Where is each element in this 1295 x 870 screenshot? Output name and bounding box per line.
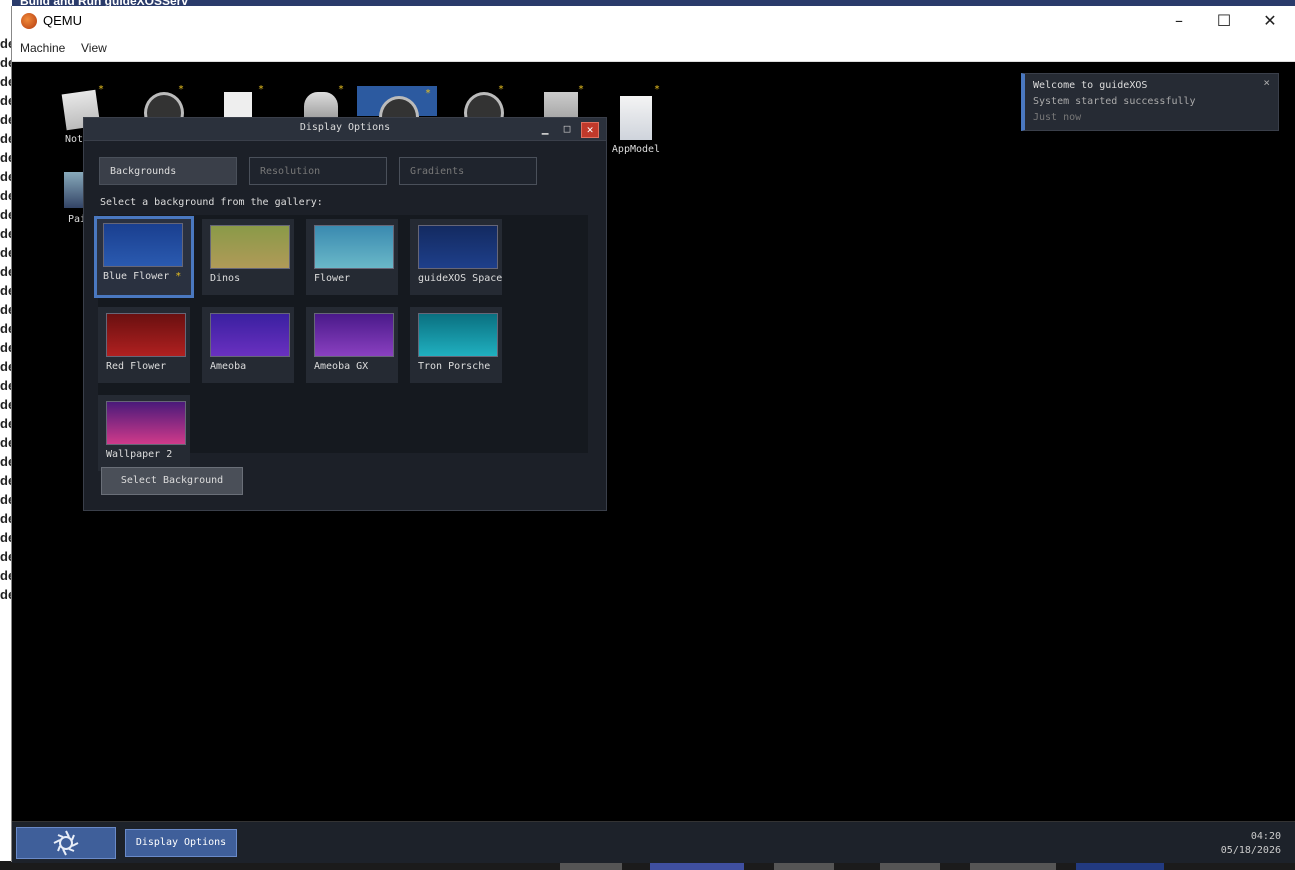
- notification-title: Welcome to guideXOS: [1033, 80, 1148, 91]
- background-name: Flower: [314, 273, 350, 284]
- background-thumbnail: [418, 225, 498, 269]
- maximize-icon[interactable]: □: [559, 122, 575, 136]
- background-name-text: Ameoba: [210, 361, 247, 372]
- background-tile[interactable]: Ameoba: [202, 307, 294, 383]
- qemu-title: QEMU: [43, 13, 82, 28]
- tab-gradients[interactable]: Gradients: [399, 157, 537, 185]
- background-name: Dinos: [210, 273, 240, 284]
- taskbar: Display Options 04:20 05/18/2026: [12, 821, 1295, 863]
- window-titlebar[interactable]: Display Options ▁ □ ✕: [84, 118, 606, 141]
- background-tile[interactable]: Blue Flower *: [94, 216, 194, 298]
- close-icon[interactable]: ✕: [1250, 9, 1290, 33]
- background-tile[interactable]: Flower: [306, 219, 398, 295]
- tab-backgrounds[interactable]: Backgrounds: [99, 157, 237, 185]
- desktop-icon-label: AppModel: [611, 144, 661, 155]
- background-thumbnail: [106, 401, 186, 445]
- close-icon[interactable]: ×: [1263, 76, 1270, 89]
- background-name: Red Flower: [106, 361, 166, 372]
- background-tile[interactable]: Tron Porsche: [410, 307, 502, 383]
- taskbar-clock[interactable]: 04:20 05/18/2026: [1221, 830, 1281, 858]
- desktop-icon-appmodel[interactable]: * AppModel: [606, 82, 666, 155]
- menu-machine[interactable]: Machine: [20, 41, 65, 55]
- current-background-marker: *: [175, 271, 182, 282]
- background-name-text: Ameoba GX: [314, 361, 369, 372]
- background-name-text: Blue Flower: [103, 271, 170, 282]
- start-logo-icon: [53, 830, 79, 856]
- clock-time: 04:20: [1250, 831, 1281, 842]
- qemu-titlebar: QEMU – ☐ ✕: [12, 6, 1295, 37]
- background-name-text: Red Flower: [106, 361, 167, 372]
- background-name: Wallpaper 2: [106, 449, 172, 460]
- notification-toast: × Welcome to guideXOS System started suc…: [1021, 73, 1279, 131]
- start-button[interactable]: [16, 827, 116, 859]
- guest-screen: * Noter * * * * * * * AppModel Pair Disp…: [12, 62, 1295, 863]
- background-name-text: Wallpaper 2: [106, 449, 173, 460]
- document-icon: [620, 96, 652, 140]
- background-tile[interactable]: Wallpaper 2: [98, 395, 190, 471]
- background-name: Ameoba GX: [314, 361, 368, 372]
- qemu-menubar: Machine View: [12, 37, 1295, 62]
- background-tile[interactable]: guideXOS Space: [410, 219, 502, 295]
- qemu-logo-icon: [21, 13, 37, 29]
- background-thumbnail: [210, 225, 290, 269]
- background-thumbnail: [103, 223, 183, 267]
- gallery-prompt: Select a background from the gallery:: [100, 197, 323, 208]
- background-thumbnail: [210, 313, 290, 357]
- qemu-window: QEMU – ☐ ✕ Machine View * Noter * * * *: [11, 6, 1295, 863]
- maximize-icon[interactable]: ☐: [1204, 9, 1244, 33]
- minimize-icon[interactable]: ▁: [537, 122, 553, 136]
- background-name: guideXOS Space: [418, 273, 502, 284]
- select-background-button[interactable]: Select Background: [101, 467, 243, 495]
- clock-date: 05/18/2026: [1220, 845, 1281, 856]
- background-name-text: Flower: [314, 273, 351, 284]
- close-icon[interactable]: ✕: [581, 122, 599, 138]
- background-thumbnail: [418, 313, 498, 357]
- background-thumbnail: [314, 225, 394, 269]
- background-tile[interactable]: Ameoba GX: [306, 307, 398, 383]
- taskbar-item-display-options[interactable]: Display Options: [125, 829, 237, 857]
- notification-time: Just now: [1033, 112, 1082, 123]
- background-thumbnail: [106, 313, 186, 357]
- background-gallery: Blue Flower * Dinos Flower guideXOS Space Red…: [94, 215, 588, 471]
- background-thumbnail: [314, 313, 394, 357]
- desktop-icon-clock-selected[interactable]: *: [357, 86, 437, 138]
- tab-resolution[interactable]: Resolution: [249, 157, 387, 185]
- menu-view[interactable]: View: [81, 41, 107, 55]
- background-name: Blue Flower *: [103, 271, 181, 282]
- window-title: Display Options: [299, 122, 391, 133]
- background-name-text: guideXOS Space: [418, 273, 503, 284]
- minimize-icon[interactable]: –: [1159, 9, 1199, 33]
- background-name: Tron Porsche: [418, 361, 490, 372]
- notification-message: System started successfully: [1033, 96, 1196, 107]
- background-name: Ameoba: [210, 361, 246, 372]
- background-name-text: Dinos: [210, 273, 241, 284]
- display-options-window: Display Options ▁ □ ✕ Backgrounds Resolu…: [83, 117, 607, 511]
- background-tile[interactable]: Dinos: [202, 219, 294, 295]
- background-name-text: Tron Porsche: [418, 361, 491, 372]
- background-tile[interactable]: Red Flower: [98, 307, 190, 383]
